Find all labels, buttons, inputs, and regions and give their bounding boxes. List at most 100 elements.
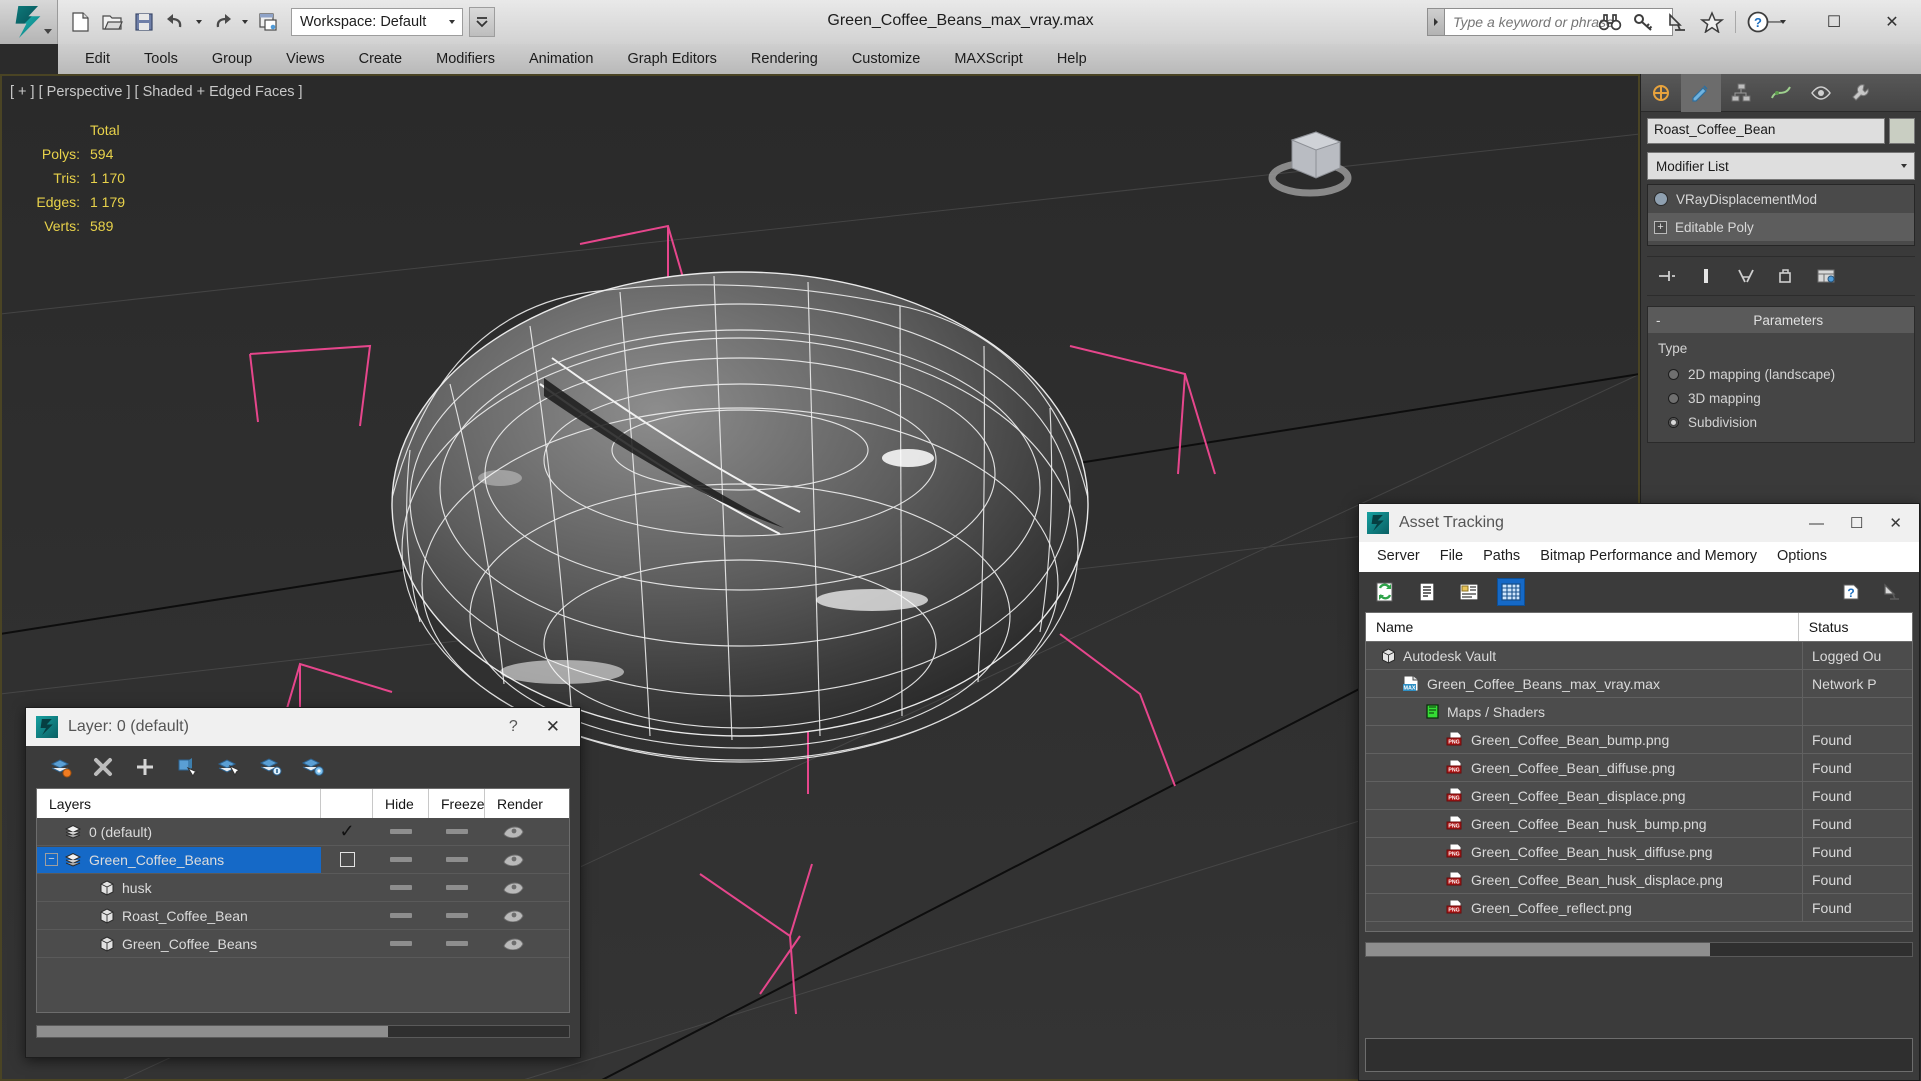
viewcube-icon[interactable] xyxy=(1260,116,1360,206)
layer-current-cell[interactable] xyxy=(321,846,373,873)
layer-render-cell[interactable] xyxy=(485,902,541,929)
object-name-field[interactable]: Roast_Coffee_Bean xyxy=(1647,118,1885,144)
maximize-button[interactable]: ☐ xyxy=(1837,514,1876,532)
list-view-icon[interactable] xyxy=(1413,578,1441,606)
asset-row[interactable]: Maps / Shaders xyxy=(1366,698,1912,726)
highlight-selected-objects-layer-icon[interactable] xyxy=(258,754,284,780)
hide-toggle-icon[interactable] xyxy=(390,829,412,834)
menu-item-edit[interactable]: Edit xyxy=(68,47,127,71)
scrollbar-thumb[interactable] xyxy=(37,1026,389,1037)
asset-row-name-cell[interactable]: Autodesk Vault xyxy=(1366,648,1802,664)
satellite-icon[interactable] xyxy=(1879,578,1907,606)
menu-item-tools[interactable]: Tools xyxy=(127,47,195,71)
menu-item-help[interactable]: Help xyxy=(1040,47,1104,71)
freeze-toggle-icon[interactable] xyxy=(446,913,468,918)
renderable-teapot-icon[interactable] xyxy=(502,881,524,894)
menu-item-maxscript[interactable]: MAXScript xyxy=(937,47,1040,71)
close-button[interactable]: ✕ xyxy=(1876,514,1915,532)
layer-freeze-cell[interactable] xyxy=(429,930,485,957)
layer-render-cell[interactable] xyxy=(485,874,541,901)
make-unique-icon[interactable] xyxy=(1731,263,1761,289)
layer-hide-cell[interactable] xyxy=(373,874,429,901)
layer-column-header-render[interactable]: Render xyxy=(485,789,543,818)
asset-row[interactable]: PNG Green_Coffee_Bean_displace.png Found xyxy=(1366,782,1912,810)
create-tab[interactable] xyxy=(1641,74,1681,112)
renderable-teapot-icon[interactable] xyxy=(502,825,524,838)
layer-current-cell[interactable] xyxy=(321,874,373,901)
layer-column-header-blank[interactable] xyxy=(321,789,373,818)
menu-item-animation[interactable]: Animation xyxy=(512,47,610,71)
asset-column-header-status[interactable]: Status xyxy=(1799,613,1912,641)
type-option-0[interactable]: 2D mapping (landscape) xyxy=(1658,362,1904,386)
layer-hide-cell[interactable] xyxy=(373,902,429,929)
asset-row[interactable]: PNG Green_Coffee_Bean_husk_diffuse.png Fou… xyxy=(1366,838,1912,866)
menu-item-views[interactable]: Views xyxy=(269,47,341,71)
object-color-swatch[interactable] xyxy=(1889,118,1915,144)
asset-row[interactable]: PNG Green_Coffee_Bean_husk_bump.png Found xyxy=(1366,810,1912,838)
asset-column-header-name[interactable]: Name xyxy=(1366,613,1799,641)
layer-hide-cell[interactable] xyxy=(373,818,429,845)
layer-row-name-cell[interactable]: Green_Coffee_Beans xyxy=(37,931,321,957)
layer-properties-icon[interactable] xyxy=(300,754,326,780)
new-file-icon[interactable] xyxy=(65,7,95,37)
undo-icon[interactable] xyxy=(161,7,191,37)
redo-icon[interactable] xyxy=(207,7,237,37)
open-file-icon[interactable] xyxy=(97,7,127,37)
modifier-stack-row-1[interactable]: + Editable Poly xyxy=(1648,213,1914,241)
layer-row[interactable]: Green_Coffee_Beans xyxy=(37,930,569,958)
menu-item-rendering[interactable]: Rendering xyxy=(734,47,835,71)
radio-icon[interactable] xyxy=(1668,368,1679,380)
create-new-layer-icon[interactable] xyxy=(48,754,74,780)
menu-item-modifiers[interactable]: Modifiers xyxy=(419,47,512,71)
layer-render-cell[interactable] xyxy=(485,846,541,873)
binoculars-icon[interactable] xyxy=(1594,6,1626,38)
layer-freeze-cell[interactable] xyxy=(429,874,485,901)
menu-item-customize[interactable]: Customize xyxy=(835,47,938,71)
asset-row-name-cell[interactable]: Maps / Shaders xyxy=(1366,703,1802,720)
asset-tracking-dialog[interactable]: Asset Tracking — ☐ ✕ Server File Paths Bitm… xyxy=(1358,503,1920,1081)
layer-dialog[interactable]: Layer: 0 (default) ? ✕ Layers Hide Freeze R… xyxy=(25,707,581,1058)
select-objects-in-layer-icon[interactable] xyxy=(174,754,200,780)
radio-icon[interactable] xyxy=(1668,392,1679,404)
renderable-teapot-icon[interactable] xyxy=(502,853,524,866)
delete-layer-icon[interactable] xyxy=(90,754,116,780)
freeze-toggle-icon[interactable] xyxy=(446,885,468,890)
redo-dropdown-icon[interactable] xyxy=(242,20,248,24)
menu-item-group[interactable]: Group xyxy=(195,47,269,71)
help-icon[interactable]: ? xyxy=(495,718,532,736)
layer-current-cell[interactable] xyxy=(321,930,373,957)
type-option-1[interactable]: 3D mapping xyxy=(1658,386,1904,410)
collapse-icon[interactable]: - xyxy=(1656,313,1661,328)
collapse-expander-icon[interactable]: − xyxy=(45,853,58,866)
asset-menu-options[interactable]: Options xyxy=(1767,545,1837,567)
freeze-toggle-icon[interactable] xyxy=(446,857,468,862)
layer-row-name-cell[interactable]: 0 (default) xyxy=(37,819,321,845)
select-highlighted-layers-icon[interactable] xyxy=(216,754,242,780)
remove-modifier-icon[interactable] xyxy=(1771,263,1801,289)
help-icon[interactable]: ? xyxy=(1837,578,1865,606)
asset-menu-file[interactable]: File xyxy=(1430,545,1473,567)
layer-row[interactable]: 0 (default) ✓ xyxy=(37,818,569,846)
layer-row[interactable]: Roast_Coffee_Bean xyxy=(37,902,569,930)
show-end-result-icon[interactable] xyxy=(1691,263,1721,289)
minimize-button[interactable]: — xyxy=(1747,0,1805,44)
search-dropdown-icon[interactable] xyxy=(1427,8,1445,36)
app-logo-button[interactable] xyxy=(0,0,58,44)
layer-hide-cell[interactable] xyxy=(373,930,429,957)
asset-row[interactable]: Autodesk Vault Logged Ou xyxy=(1366,642,1912,670)
layer-freeze-cell[interactable] xyxy=(429,846,485,873)
key-icon[interactable] xyxy=(1628,6,1660,38)
workspace-more-button[interactable] xyxy=(469,7,495,37)
modify-tab[interactable] xyxy=(1681,74,1721,112)
asset-row-name-cell[interactable]: PNG Green_Coffee_Bean_displace.png xyxy=(1366,787,1802,804)
lightbulb-icon[interactable] xyxy=(1654,192,1668,206)
asset-row-name-cell[interactable]: PNG Green_Coffee_reflect.png xyxy=(1366,899,1802,916)
layer-current-cell[interactable] xyxy=(321,902,373,929)
modifier-stack[interactable]: VRayDisplacementMod + Editable Poly xyxy=(1647,184,1915,246)
layer-row-name-cell[interactable]: husk xyxy=(37,875,321,901)
layer-column-header-hide[interactable]: Hide xyxy=(373,789,429,818)
maximize-button[interactable]: ☐ xyxy=(1805,0,1863,44)
display-tab[interactable] xyxy=(1801,74,1841,112)
utilities-tab[interactable] xyxy=(1841,74,1881,112)
hide-toggle-icon[interactable] xyxy=(390,857,412,862)
